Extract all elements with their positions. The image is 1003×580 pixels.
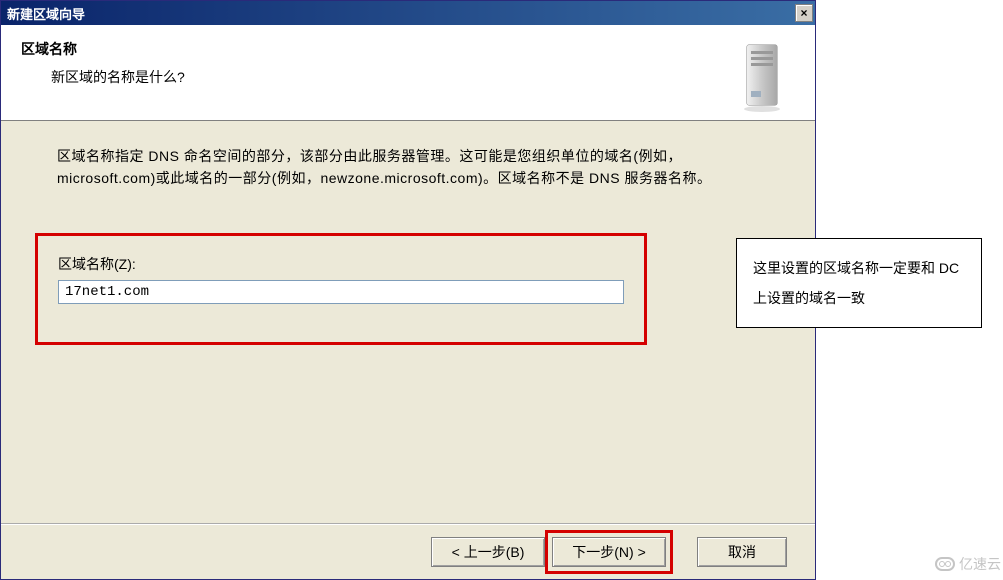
zone-name-highlight: 区域名称(Z): <box>35 233 647 345</box>
watermark-text: 亿速云 <box>959 554 1001 574</box>
annotation-text: 这里设置的区域名称一定要和 DC 上设置的域名一致 <box>753 260 959 306</box>
annotation-callout: 这里设置的区域名称一定要和 DC 上设置的域名一致 <box>736 238 982 328</box>
cancel-button[interactable]: 取消 <box>697 537 787 567</box>
watermark-icon <box>935 557 955 571</box>
header-title: 区域名称 <box>21 39 795 59</box>
window-title: 新建区域向导 <box>7 4 85 23</box>
button-bar: < 上一步(B) 下一步(N) > 取消 <box>1 523 815 579</box>
titlebar: 新建区域向导 × <box>1 1 815 25</box>
back-button[interactable]: < 上一步(B) <box>431 537 545 567</box>
watermark: 亿速云 <box>935 554 1001 574</box>
zone-name-input[interactable] <box>58 280 624 304</box>
wizard-body: 区域名称指定 DNS 命名空间的部分，该部分由此服务器管理。这可能是您组织单位的… <box>1 121 815 355</box>
wizard-header: 区域名称 新区域的名称是什么? <box>1 25 815 121</box>
body-description: 区域名称指定 DNS 命名空间的部分，该部分由此服务器管理。这可能是您组织单位的… <box>57 145 759 189</box>
header-subtitle: 新区域的名称是什么? <box>51 67 795 87</box>
next-button[interactable]: 下一步(N) > <box>552 537 666 567</box>
server-icon <box>737 41 787 113</box>
zone-name-label: 区域名称(Z): <box>58 254 624 274</box>
close-icon: × <box>800 6 807 20</box>
wizard-dialog: 新建区域向导 × 区域名称 新区域的名称是什么? 区域名称指定 DN <box>0 0 816 580</box>
close-button[interactable]: × <box>795 4 813 22</box>
next-button-highlight: 下一步(N) > <box>545 530 673 574</box>
